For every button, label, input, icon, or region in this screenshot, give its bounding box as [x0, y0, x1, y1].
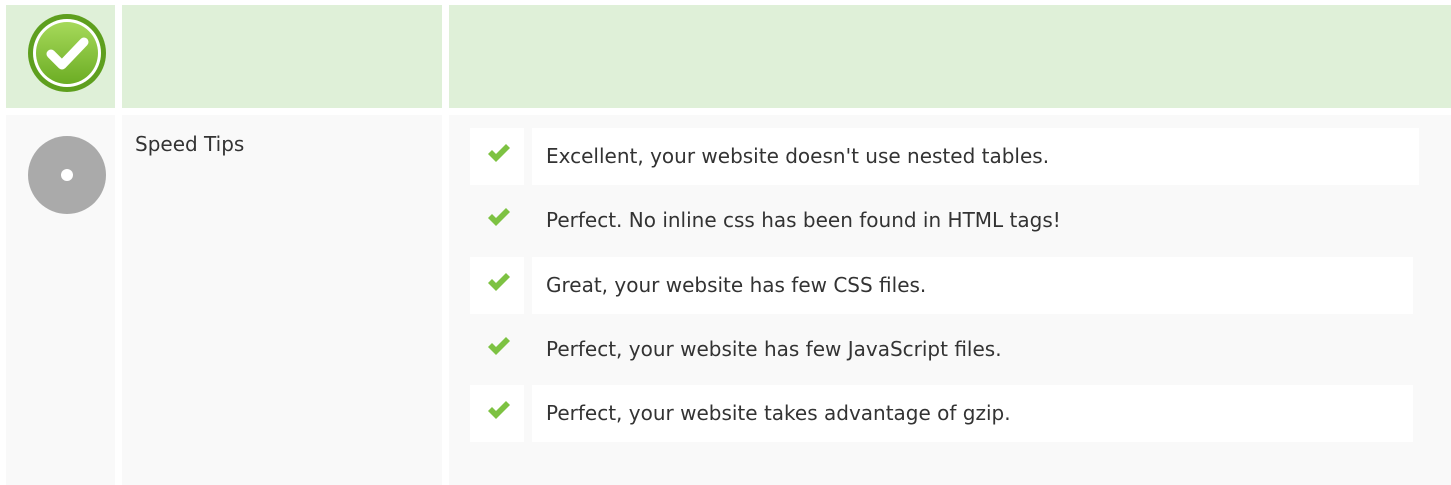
row-body-cell: Excellent, your website doesn't use nest…: [449, 115, 1451, 485]
tip-item: Excellent, your website doesn't use nest…: [464, 128, 1419, 185]
header-body-cell: [449, 5, 1451, 108]
tip-item: Perfect, your website has few JavaScript…: [470, 321, 1413, 378]
tip-text: Excellent, your website doesn't use nest…: [546, 144, 1050, 168]
check-badge-icon: [28, 14, 106, 92]
tip-text: Perfect. No inline css has been found in…: [546, 208, 1061, 232]
row-icon-cell: [6, 115, 115, 485]
check-icon: [488, 273, 510, 291]
section-title: Speed Tips: [135, 132, 245, 156]
tip-item: Great, your website has few CSS files.: [470, 257, 1413, 314]
speed-tips-panel: Speed Tips Excellent, your website doesn…: [0, 0, 1451, 485]
tip-text: Perfect, your website has few JavaScript…: [546, 337, 1002, 361]
tip-text: Great, your website has few CSS files.: [546, 273, 927, 297]
check-icon: [488, 337, 510, 355]
header-label-cell: [122, 5, 442, 108]
header-icon-cell: [6, 5, 115, 108]
check-icon: [488, 144, 510, 162]
check-icon: [488, 401, 510, 419]
tips-list: Excellent, your website doesn't use nest…: [464, 128, 1419, 483]
tip-item: Perfect, your website takes advantage of…: [470, 385, 1413, 442]
info-circle-icon: [28, 136, 106, 214]
check-icon: [488, 208, 510, 226]
tip-text: Perfect, your website takes advantage of…: [546, 401, 1011, 425]
tip-item: Perfect. No inline css has been found in…: [470, 192, 1413, 249]
row-label-cell: Speed Tips: [122, 115, 442, 485]
